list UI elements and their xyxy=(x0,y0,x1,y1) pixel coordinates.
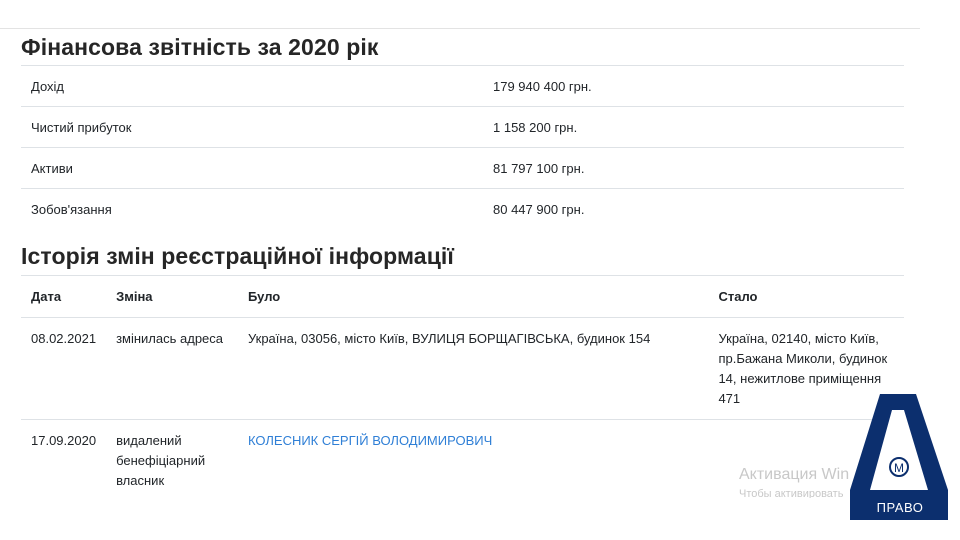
table-row: Дохід 179 940 400 грн. xyxy=(21,65,904,107)
table-row: Чистий прибуток 1 158 200 грн. xyxy=(21,106,904,148)
financial-label: Чистий прибуток xyxy=(31,119,132,135)
financial-label: Активи xyxy=(31,160,73,176)
header-change: Зміна xyxy=(106,275,238,318)
history-change: видалений бенефіціарний власник xyxy=(116,433,206,488)
header-became: Стало xyxy=(708,275,904,318)
registration-history-title: Історія змін реєстраційної інформації xyxy=(21,243,454,269)
table-header-row: Дата Зміна Було Стало xyxy=(21,275,904,318)
table-row: 08.02.2021 змінилась адреса Україна, 030… xyxy=(21,317,904,420)
history-date: 08.02.2021 xyxy=(31,331,97,346)
financial-report-title: Фінансова звітність за 2020 рік xyxy=(21,34,379,60)
financial-table: Дохід 179 940 400 грн. Чистий прибуток 1… xyxy=(21,65,904,229)
financial-label: Зобов'язання xyxy=(31,201,112,217)
table-row: Активи 81 797 100 грн. xyxy=(21,147,904,189)
history-was-link[interactable]: КОЛЕСНИК СЕРГІЙ ВОЛОДИМИРОВИЧ xyxy=(238,420,708,499)
logo-text: ПРАВО xyxy=(876,500,924,515)
financial-value: 81 797 100 грн. xyxy=(493,160,585,176)
history-was: Україна, 03056, місто Київ, ВУЛИЦЯ БОРЩА… xyxy=(247,331,651,346)
history-change: змінилась адреса xyxy=(116,331,224,346)
header-was: Було xyxy=(237,275,709,318)
history-table: Дата Зміна Було Стало 08.02.2021 змінила… xyxy=(21,275,904,498)
table-row: Зобов'язання 80 447 900 грн. xyxy=(21,188,904,230)
financial-label: Дохід xyxy=(31,78,65,94)
history-date: 17.09.2020 xyxy=(31,433,97,448)
svg-text:M: M xyxy=(894,461,904,475)
windows-activation-watermark: Активация Win Чтобы активировать xyxy=(739,466,849,498)
watermark-line2: Чтобы активировать xyxy=(739,488,844,498)
financial-value: 80 447 900 грн. xyxy=(493,201,585,217)
financial-value: 1 158 200 грн. xyxy=(493,119,578,135)
divider xyxy=(0,28,920,29)
financial-value: 179 940 400 грн. xyxy=(493,78,592,94)
header-date: Дата xyxy=(21,275,107,318)
company-page: Фінансова звітність за 2020 рік Дохід 17… xyxy=(0,0,920,498)
watermark-line1: Активация Win xyxy=(739,466,850,483)
